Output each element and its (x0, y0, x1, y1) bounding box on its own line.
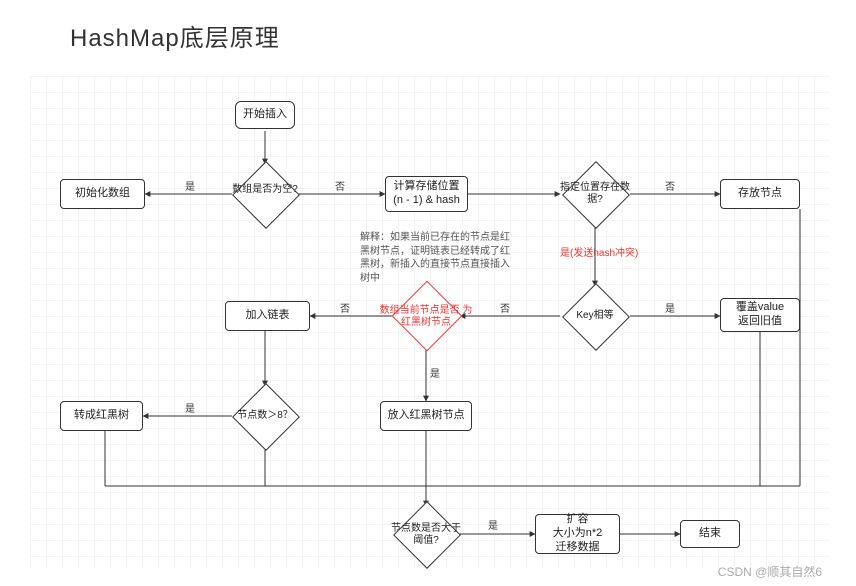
decision-gt8 (232, 383, 300, 451)
decision-gt-threshold (393, 501, 461, 569)
page-title: HashMap底层原理 (70, 18, 280, 53)
node-add-list: 加入链表 (225, 301, 310, 331)
decision-pos-has-data (562, 161, 630, 229)
node-put-rbtree: 放入红黑树节点 (380, 401, 472, 431)
decision-key-equal (562, 283, 630, 351)
edge-is-empty-no: 否 (335, 182, 345, 193)
edge-gt8-yes: 是 (185, 404, 195, 415)
edge-key-no: 否 (500, 304, 510, 315)
node-start: 开始插入 (235, 101, 295, 129)
node-init-array: 初始化数组 (60, 179, 145, 209)
node-override-value: 覆盖value 返回旧值 (720, 298, 800, 332)
edge-pos-yes-hash: 是(发送hash冲突) (560, 248, 638, 259)
edge-is-empty-yes: 是 (185, 182, 195, 193)
node-calc-pos: 计算存储位置 (n - 1) & hash (385, 176, 468, 212)
edge-key-yes: 是 (665, 304, 675, 315)
flowchart-canvas: 开始插入 初始化数组 数组是否为空? 计算存储位置 (n - 1) & hash… (30, 76, 830, 566)
node-to-rbtree: 转成红黑树 (60, 401, 143, 431)
edge-pos-no: 否 (665, 182, 675, 193)
decision-is-rbtree (392, 281, 463, 352)
watermark: CSDN @顺其自然6 (718, 563, 822, 580)
edge-threshold-yes: 是 (488, 521, 498, 532)
edge-rbtree-yes: 是 (430, 369, 440, 380)
node-resize: 扩容 大小为n*2 迁移数据 (535, 514, 620, 554)
edge-rbtree-no: 否 (340, 304, 350, 315)
node-end: 结束 (680, 520, 740, 548)
decision-is-empty (232, 161, 300, 229)
node-store-node: 存放节点 (720, 179, 800, 209)
annotation-text: 解释：如果当前已存在的节点是红黑树节点，证明链表已经转成了红黑树，新插入的直接节… (360, 231, 510, 285)
